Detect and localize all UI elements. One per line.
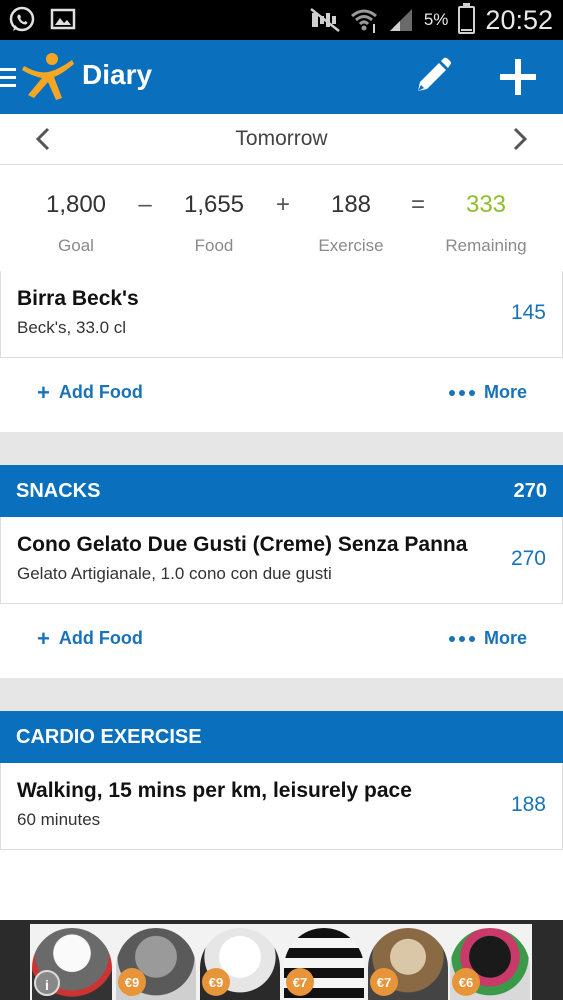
- wifi-icon: [350, 9, 377, 33]
- battery-percent: 5%: [423, 10, 449, 29]
- mute-icon: [310, 8, 340, 32]
- food-calories: 145: [510, 301, 546, 324]
- remaining-label: Remaining: [445, 236, 527, 255]
- ad-product-image[interactable]: €6: [450, 928, 530, 1000]
- section-title: SNACKS: [16, 480, 101, 502]
- more-button[interactable]: More: [448, 628, 527, 649]
- section-total: 270: [513, 480, 547, 502]
- price-badge: €7: [370, 968, 398, 996]
- add-food-label: Add Food: [58, 382, 143, 402]
- ad-product-image[interactable]: €7: [368, 928, 448, 1000]
- exercise-calories: 188: [510, 793, 546, 816]
- price-badge: €7: [286, 968, 314, 996]
- price-badge: €6: [452, 968, 480, 996]
- food-label: Food: [194, 236, 234, 255]
- clock: 20:52: [485, 4, 553, 35]
- exercise-entry[interactable]: Walking, 15 mins per km, leisurely pace …: [0, 763, 563, 850]
- food-name: Birra Beck's: [17, 287, 139, 310]
- date-label[interactable]: Tomorrow: [0, 127, 563, 151]
- calorie-summary[interactable]: 1,800 Goal – 1,655 Food + 188 Exercise =…: [0, 165, 563, 271]
- more-dots-icon: [448, 635, 475, 642]
- snacks-actions: + Add Food More: [0, 604, 563, 678]
- food-entry[interactable]: Cono Gelato Due Gusti (Creme) Senza Pann…: [0, 517, 563, 604]
- food-description: Beck's, 33.0 cl: [17, 318, 127, 337]
- equals-operator: =: [410, 191, 426, 218]
- app-bar: Diary: [0, 40, 563, 114]
- app-logo-icon[interactable]: [18, 50, 78, 104]
- food-name: Cono Gelato Due Gusti (Creme) Senza Pann…: [17, 533, 468, 556]
- goal-label: Goal: [58, 236, 94, 255]
- remaining-value: 333: [465, 191, 507, 218]
- date-navigation: Tomorrow: [0, 114, 563, 165]
- battery-icon: [458, 3, 476, 34]
- goal-value: 1,800: [45, 191, 107, 218]
- price-badge: €9: [202, 968, 230, 996]
- signal-icon: [389, 9, 412, 31]
- gallery-icon: [50, 8, 76, 30]
- edit-icon[interactable]: [412, 57, 452, 97]
- chevron-right-icon[interactable]: [507, 126, 531, 152]
- plus-icon: +: [37, 379, 50, 405]
- food-value: 1,655: [183, 191, 245, 218]
- add-food-button[interactable]: + Add Food: [37, 379, 143, 405]
- ad-banner[interactable]: €9 €9 €7 €7 €6 i: [0, 920, 563, 1000]
- snacks-header: SNACKS 270: [0, 465, 563, 517]
- section-divider: [0, 432, 563, 465]
- section-divider: [0, 678, 563, 711]
- ad-product-image[interactable]: €9: [116, 928, 196, 1000]
- more-label: More: [483, 382, 527, 402]
- more-label: More: [483, 628, 527, 648]
- page-title: Diary: [82, 59, 153, 90]
- plus-operator: +: [275, 191, 291, 218]
- exercise-value: 188: [330, 191, 372, 218]
- meal-actions: + Add Food More: [0, 358, 563, 432]
- exercise-label: Exercise: [318, 236, 384, 255]
- food-calories: 270: [510, 547, 546, 570]
- ad-product-image[interactable]: €7: [284, 928, 364, 1000]
- add-food-label: Add Food: [58, 628, 143, 648]
- menu-icon[interactable]: [0, 68, 16, 88]
- cardio-header: CARDIO EXERCISE: [0, 711, 563, 763]
- minus-operator: –: [138, 191, 152, 218]
- more-dots-icon: [448, 389, 475, 396]
- info-icon[interactable]: i: [34, 970, 60, 996]
- ad-content[interactable]: €9 €9 €7 €7 €6: [30, 924, 532, 1000]
- whatsapp-icon: [9, 6, 35, 32]
- section-title: CARDIO EXERCISE: [16, 726, 202, 748]
- food-description: Gelato Artigianale, 1.0 cono con due gus…: [17, 564, 332, 583]
- more-button[interactable]: More: [448, 382, 527, 403]
- ad-product-image[interactable]: €9: [200, 928, 280, 1000]
- exercise-name: Walking, 15 mins per km, leisurely pace: [17, 779, 412, 802]
- status-bar: 5% 20:52: [0, 0, 563, 40]
- plus-icon: +: [37, 625, 50, 651]
- price-badge: €9: [118, 968, 146, 996]
- add-food-button[interactable]: + Add Food: [37, 625, 143, 651]
- exercise-description: 60 minutes: [17, 810, 101, 829]
- add-icon[interactable]: [498, 57, 538, 97]
- food-entry[interactable]: Birra Beck's Beck's, 33.0 cl 145: [0, 271, 563, 358]
